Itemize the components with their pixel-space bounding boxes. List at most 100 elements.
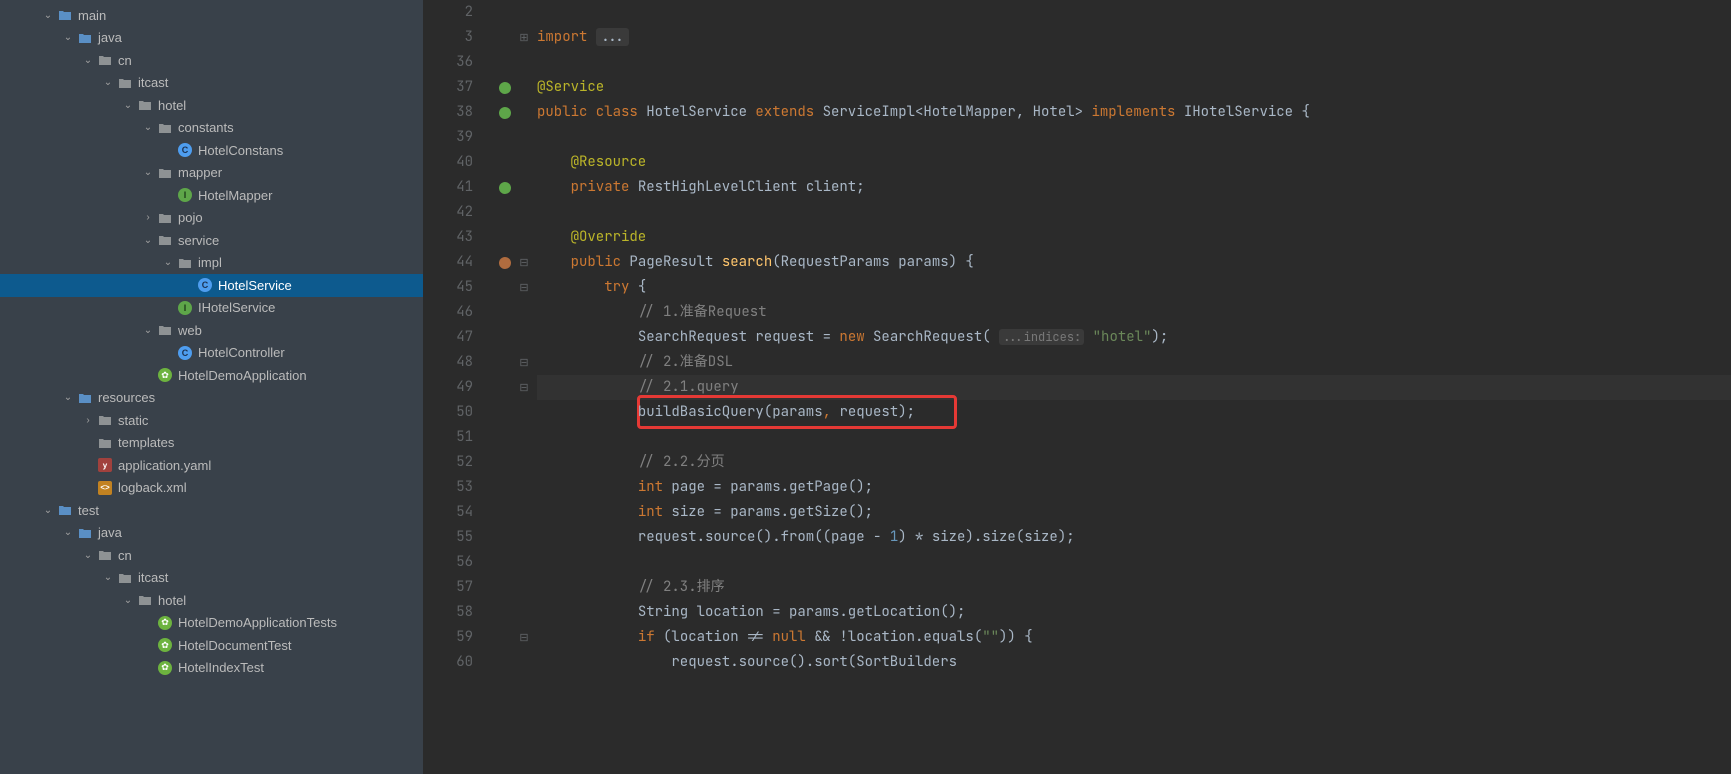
tree-item-mapper[interactable]: ⌄mapper — [0, 162, 423, 185]
code-line[interactable]: int size = params.getSize(); — [537, 500, 1731, 525]
spring-bean-marker-icon[interactable] — [499, 107, 511, 119]
code-line[interactable] — [537, 425, 1731, 450]
tree-item-resources[interactable]: ⌄resources — [0, 387, 423, 410]
chevron-down-icon[interactable]: ⌄ — [140, 325, 156, 336]
code-token: String location = params.getLocation(); — [638, 603, 966, 621]
chevron-down-icon[interactable]: ⌄ — [80, 550, 96, 561]
chevron-down-icon[interactable]: ⌄ — [120, 595, 136, 606]
tree-item-cn[interactable]: ⌄cn — [0, 544, 423, 567]
spring-bean-marker-icon[interactable] — [499, 182, 511, 194]
fold-toggle[interactable]: ⊟ — [517, 350, 531, 375]
tree-item-hoteldemoapplicationtests[interactable]: ✿HotelDemoApplicationTests — [0, 612, 423, 635]
code-line[interactable]: import ... — [537, 25, 1731, 50]
fold-toggle[interactable]: ⊟ — [517, 625, 531, 650]
tree-item-ihotelservice[interactable]: IIHotelService — [0, 297, 423, 320]
tree-item-test[interactable]: ⌄ test — [0, 499, 423, 522]
code-line[interactable]: if (location != null && !location.equals… — [537, 625, 1731, 650]
tree-item-hotelservice[interactable]: CHotelService — [0, 274, 423, 297]
code-line[interactable]: buildBasicQuery(params, request); — [537, 400, 1731, 425]
chevron-down-icon[interactable]: ⌄ — [140, 235, 156, 246]
fold-gutter[interactable]: ⊞⊟⊟⊟⊟⊟ — [517, 0, 531, 774]
code-area[interactable]: import ... @Servicepublic class HotelServ… — [531, 0, 1731, 774]
code-line[interactable]: request.source().sort(SortBuilders — [537, 650, 1731, 675]
tree-item-logback.xml[interactable]: <>logback.xml — [0, 477, 423, 500]
tree-item-impl[interactable]: ⌄impl — [0, 252, 423, 275]
tree-label: test — [78, 503, 99, 518]
code-line[interactable] — [537, 125, 1731, 150]
fold-toggle — [517, 650, 531, 675]
chevron-down-icon[interactable]: ⌄ — [140, 122, 156, 133]
code-line[interactable]: // 2.1.query — [537, 375, 1731, 400]
code-token — [537, 603, 638, 621]
code-line[interactable]: // 1.准备Request — [537, 300, 1731, 325]
tree-item-java[interactable]: ⌄java — [0, 27, 423, 50]
project-tree[interactable]: ⌄main⌄java⌄cn⌄itcast⌄hotel⌄constantsCHot… — [0, 0, 423, 774]
code-token — [537, 353, 638, 371]
chevron-down-icon[interactable]: ⌄ — [60, 32, 76, 43]
chevron-down-icon[interactable]: ⌄ — [140, 167, 156, 178]
tree-label: itcast — [138, 75, 168, 90]
chevron-down-icon[interactable]: ⌄ — [160, 257, 176, 268]
chevron-down-icon[interactable]: ⌄ — [80, 55, 96, 66]
tree-item-application.yaml[interactable]: yapplication.yaml — [0, 454, 423, 477]
chevron-down-icon[interactable]: ⌄ — [120, 100, 136, 111]
tree-item-hotelmapper[interactable]: IHotelMapper — [0, 184, 423, 207]
code-line[interactable]: // 2.3.排序 — [537, 575, 1731, 600]
tree-item-itcast[interactable]: ⌄ itcast — [0, 72, 423, 95]
tree-item-main[interactable]: ⌄main — [0, 4, 423, 27]
code-line[interactable]: // 2.2.分页 — [537, 450, 1731, 475]
code-line[interactable] — [537, 50, 1731, 75]
code-line[interactable]: @Service — [537, 75, 1731, 100]
tree-item-java[interactable]: ⌄java — [0, 522, 423, 545]
chevron-right-icon[interactable]: › — [80, 415, 96, 426]
code-line[interactable] — [537, 200, 1731, 225]
code-line[interactable]: public PageResult search(RequestParams p… — [537, 250, 1731, 275]
tree-item-constants[interactable]: ⌄constants — [0, 117, 423, 140]
fold-toggle[interactable]: ⊟ — [517, 375, 531, 400]
chevron-down-icon[interactable]: ⌄ — [60, 392, 76, 403]
code-line[interactable] — [537, 0, 1731, 25]
code-line[interactable]: // 2.准备DSL — [537, 350, 1731, 375]
tree-item-hotelindextest[interactable]: ✿HotelIndexTest — [0, 657, 423, 680]
code-line[interactable]: try { — [537, 275, 1731, 300]
code-line[interactable]: @Override — [537, 225, 1731, 250]
chevron-right-icon[interactable]: › — [140, 212, 156, 223]
code-line[interactable]: private RestHighLevelClient client; — [537, 175, 1731, 200]
code-line[interactable]: request.source().from((page - 1) * size)… — [537, 525, 1731, 550]
java-class-icon: C — [176, 142, 194, 158]
code-line[interactable]: String location = params.getLocation(); — [537, 600, 1731, 625]
code-line[interactable]: public class HotelService extends Servic… — [537, 100, 1731, 125]
tree-item-cn[interactable]: ⌄cn — [0, 49, 423, 72]
tree-item-static[interactable]: ›static — [0, 409, 423, 432]
tree-item-web[interactable]: ⌄web — [0, 319, 423, 342]
tree-item-hotelcontroller[interactable]: CHotelController — [0, 342, 423, 365]
line-number-gutter: 2336373839404142434445464748495051525354… — [423, 0, 493, 774]
code-line[interactable]: SearchRequest request = new SearchReques… — [537, 325, 1731, 350]
code-line[interactable] — [537, 550, 1731, 575]
tree-item-hotelconstans[interactable]: CHotelConstans — [0, 139, 423, 162]
override-marker-icon[interactable] — [499, 257, 511, 269]
code-token — [537, 253, 571, 271]
code-line[interactable]: @Resource — [537, 150, 1731, 175]
code-token: int — [638, 503, 672, 521]
fold-toggle[interactable]: ⊟ — [517, 250, 531, 275]
chevron-down-icon[interactable]: ⌄ — [40, 505, 56, 516]
editor[interactable]: 2336373839404142434445464748495051525354… — [423, 0, 1731, 774]
tree-item-hoteldemoapplication[interactable]: ✿HotelDemoApplication — [0, 364, 423, 387]
code-token — [537, 628, 638, 646]
tree-item-itcast[interactable]: ⌄itcast — [0, 567, 423, 590]
chevron-down-icon[interactable]: ⌄ — [100, 572, 116, 583]
tree-item-service[interactable]: ⌄service — [0, 229, 423, 252]
fold-toggle[interactable]: ⊞ — [517, 25, 531, 50]
tree-item-hotel[interactable]: ⌄hotel — [0, 589, 423, 612]
fold-toggle[interactable]: ⊟ — [517, 275, 531, 300]
tree-item-hoteldocumenttest[interactable]: ✿HotelDocumentTest — [0, 634, 423, 657]
tree-item-templates[interactable]: templates — [0, 432, 423, 455]
tree-item-pojo[interactable]: ›pojo — [0, 207, 423, 230]
chevron-down-icon[interactable]: ⌄ — [40, 10, 56, 21]
tree-item-hotel[interactable]: ⌄hotel — [0, 94, 423, 117]
spring-bean-marker-icon[interactable] — [499, 82, 511, 94]
chevron-down-icon[interactable]: ⌄ — [100, 77, 116, 88]
chevron-down-icon[interactable]: ⌄ — [60, 527, 76, 538]
code-line[interactable]: int page = params.getPage(); — [537, 475, 1731, 500]
